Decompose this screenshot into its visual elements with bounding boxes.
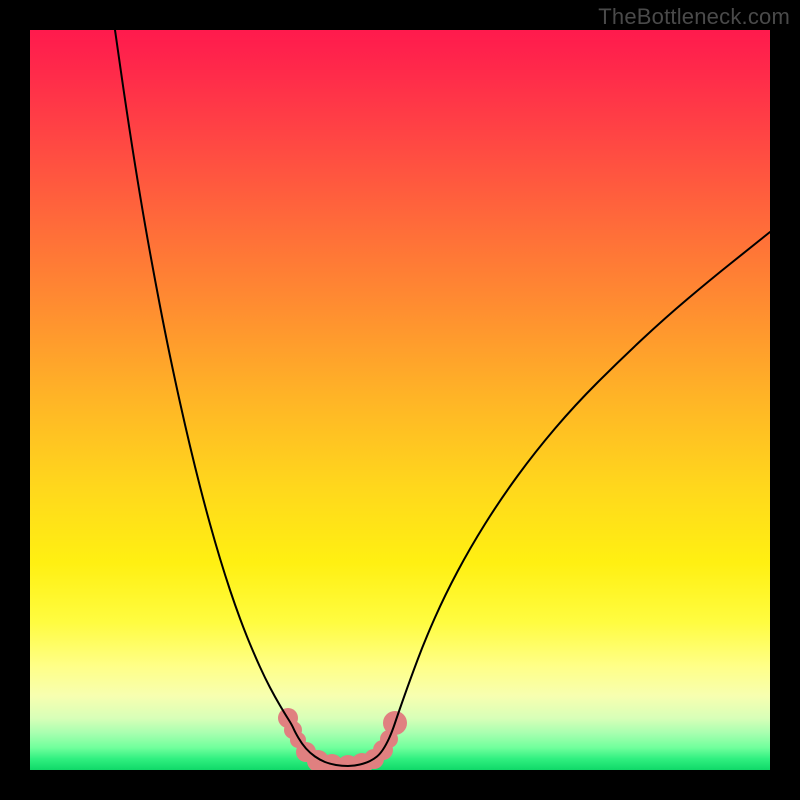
- plot-area: [30, 30, 770, 770]
- curve-layer: [30, 30, 770, 770]
- chart-frame: TheBottleneck.com: [0, 0, 800, 800]
- attribution-label: TheBottleneck.com: [598, 4, 790, 30]
- bottleneck-curve: [115, 30, 770, 766]
- markers-group: [278, 708, 407, 770]
